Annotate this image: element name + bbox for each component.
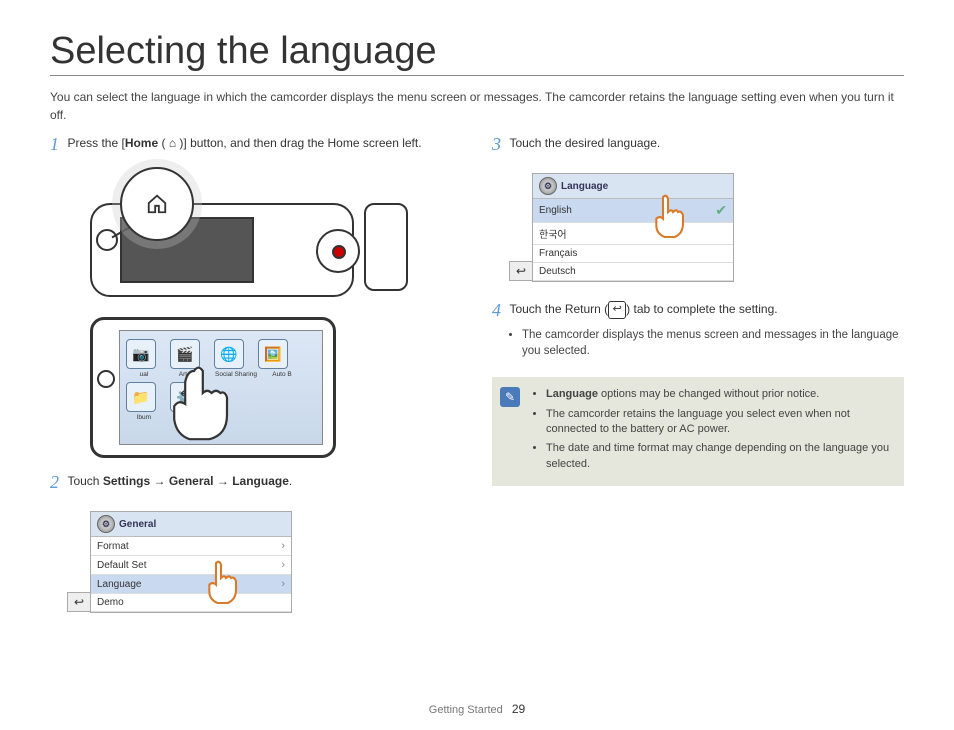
step-number-4: 4 — [492, 300, 501, 321]
menu-label: Français — [539, 248, 577, 259]
step2-pre: Touch — [67, 474, 102, 488]
app-icon: 🖼️ — [258, 339, 288, 369]
menu-label: Language — [97, 579, 142, 590]
menu-header: General — [119, 519, 156, 530]
back-button[interactable]: ↩ — [67, 592, 91, 612]
footer-page-number: 29 — [512, 702, 525, 716]
language-item-deutsch[interactable]: Deutsch — [533, 263, 733, 281]
language-item-english[interactable]: English ✔ — [533, 199, 733, 223]
camcorder-diagram — [90, 173, 390, 303]
step2-general: General — [169, 474, 214, 488]
gear-icon: ⚙ — [97, 515, 115, 533]
note-item: Language options may be changed without … — [546, 387, 892, 402]
record-dial-icon — [316, 229, 360, 273]
language-item-francais[interactable]: Français — [533, 245, 733, 263]
menu-item-default-set[interactable]: Default Set › — [91, 556, 291, 575]
menu-item-format[interactable]: Format › — [91, 537, 291, 556]
hand-pointer-icon — [648, 192, 698, 242]
check-icon: ✔ — [715, 202, 727, 219]
menu-label: Demo — [97, 597, 124, 608]
homescreen-drag-diagram: 📷 🎬 🌐 🖼️ ual Art Film Social Sharing Aut… — [90, 317, 336, 458]
hand-pointer-icon — [150, 360, 260, 445]
home-button-callout — [120, 167, 194, 241]
step-3: 3 Touch the desired language. — [492, 134, 904, 155]
page-footer: Getting Started 29 — [0, 702, 954, 716]
step-1: 1 Press the [Home ( ⌂ )] button, and the… — [50, 134, 462, 155]
general-menu: ↩ ⚙ General Format› Default Set› Languag… — [90, 511, 292, 613]
hand-pointer-icon — [201, 558, 251, 608]
homescreen-label: Auto B — [260, 371, 304, 378]
home-button-small-icon — [96, 229, 118, 251]
menu-item-demo[interactable]: Demo — [91, 594, 291, 612]
home-icon — [146, 193, 168, 215]
menu-header: Language — [561, 181, 608, 192]
step4-bullet: The camcorder displays the menus screen … — [522, 327, 904, 359]
step4-post: ) tab to complete the setting. — [626, 302, 777, 316]
step2-language: Language — [232, 474, 289, 488]
note-item: The date and time format may change depe… — [546, 441, 892, 472]
back-button[interactable]: ↩ — [509, 261, 533, 281]
period: . — [289, 474, 292, 488]
step1-text-post: ( ⌂ )] button, and then drag the Home sc… — [158, 136, 421, 150]
step3-text: Touch the desired language. — [509, 136, 660, 150]
return-icon: ↩ — [608, 301, 626, 319]
footer-section: Getting Started — [429, 704, 503, 716]
step-2: 2 Touch Settings → General → Language. — [50, 472, 462, 493]
note-icon: ✎ — [500, 387, 520, 407]
step2-settings: Settings — [103, 474, 150, 488]
menu-label: Format — [97, 541, 129, 552]
step-4: 4 Touch the Return (↩) tab to complete t… — [492, 300, 904, 359]
language-item-korean[interactable]: 한국어 — [533, 223, 733, 245]
step-number-1: 1 — [50, 134, 59, 155]
chevron-right-icon: › — [281, 540, 285, 552]
step4-pre: Touch the Return ( — [509, 302, 608, 316]
note-text: options may be changed without prior not… — [601, 388, 819, 400]
menu-item-language[interactable]: Language › — [91, 575, 291, 594]
intro-text: You can select the language in which the… — [50, 88, 904, 124]
menu-label: 한국어 — [539, 226, 567, 241]
chevron-right-icon: › — [281, 578, 285, 590]
menu-label: English — [539, 205, 572, 216]
note-bold: Language — [546, 388, 598, 400]
language-menu: ↩ ⚙ Language English✔ 한국어 Français Deuts… — [532, 173, 734, 282]
step1-text-pre: Press the [ — [67, 136, 124, 150]
step1-home-label: Home — [125, 136, 158, 150]
arrow: → — [214, 474, 233, 488]
page-title: Selecting the language — [50, 30, 904, 76]
gear-icon: ⚙ — [539, 177, 557, 195]
chevron-right-icon: › — [281, 559, 285, 571]
note-item: The camcorder retains the language you s… — [546, 407, 892, 438]
step-number-2: 2 — [50, 472, 59, 493]
note-box: ✎ Language options may be changed withou… — [492, 377, 904, 486]
arrow: → — [150, 474, 169, 488]
menu-label: Default Set — [97, 560, 146, 571]
menu-label: Deutsch — [539, 266, 576, 277]
step-number-3: 3 — [492, 134, 501, 155]
